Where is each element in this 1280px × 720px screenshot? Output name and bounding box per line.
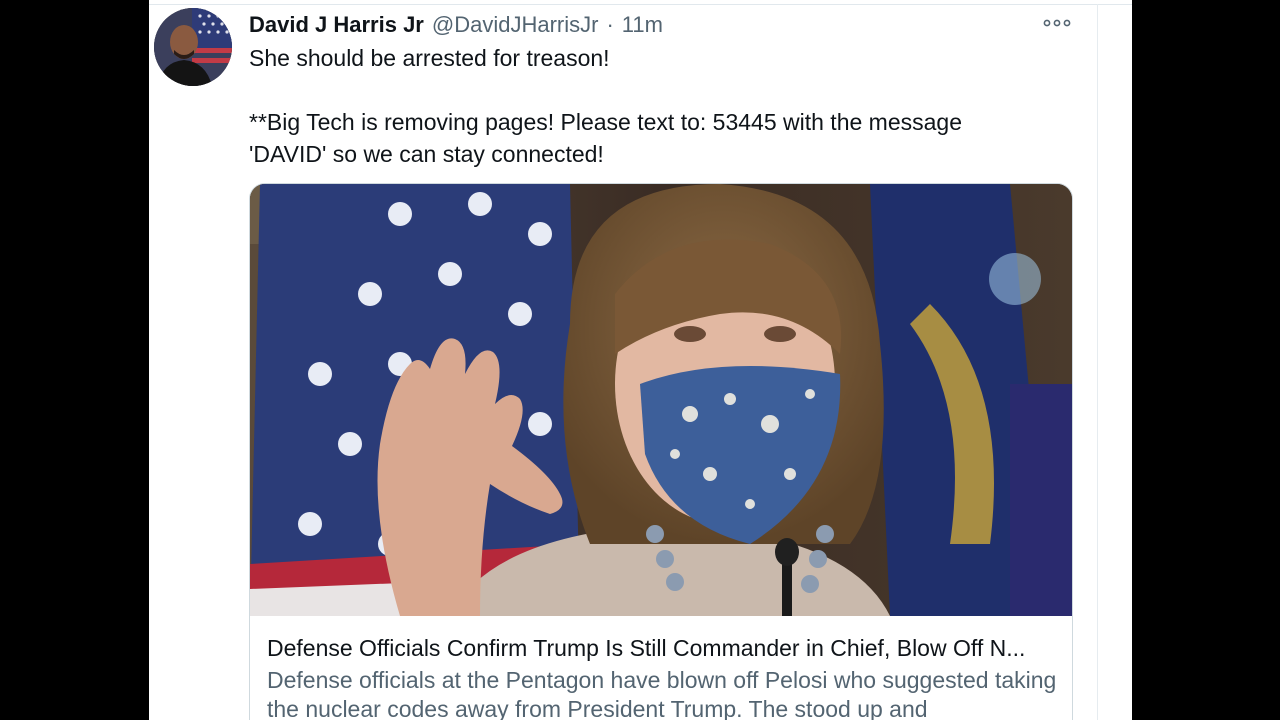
link-card[interactable]: Defense Officials Confirm Trump Is Still… <box>249 183 1073 720</box>
more-horizontal-icon <box>1043 19 1071 27</box>
author-handle[interactable]: @DavidJHarrisJr <box>432 12 599 38</box>
tweet-text-line: She should be arrested for treason! <box>249 45 610 71</box>
card-photo <box>250 184 1072 616</box>
tweet-text: She should be arrested for treason! **Bi… <box>249 42 1049 170</box>
card-body: Defense Officials Confirm Trump Is Still… <box>267 632 1057 720</box>
more-options-button[interactable] <box>1037 12 1077 34</box>
timeline-border <box>1097 4 1098 720</box>
card-description: Defense officials at the Pentagon have b… <box>267 667 1057 720</box>
top-divider <box>149 4 1132 5</box>
card-image[interactable] <box>250 184 1072 616</box>
tweet-text-line: 'DAVID' so we can stay connected! <box>249 141 604 167</box>
avatar-image <box>154 8 232 86</box>
avatar[interactable] <box>154 8 232 86</box>
author-name[interactable]: David J Harris Jr <box>249 12 424 38</box>
tweet-text-line: **Big Tech is removing pages! Please tex… <box>249 109 962 135</box>
tweet-header: David J Harris Jr @DavidJHarrisJr · 11m <box>249 9 663 41</box>
tweet-frame: David J Harris Jr @DavidJHarrisJr · 11m … <box>149 0 1132 720</box>
tweet-timestamp[interactable]: 11m <box>622 12 663 38</box>
separator-dot: · <box>606 12 614 37</box>
card-title[interactable]: Defense Officials Confirm Trump Is Still… <box>267 632 1057 664</box>
